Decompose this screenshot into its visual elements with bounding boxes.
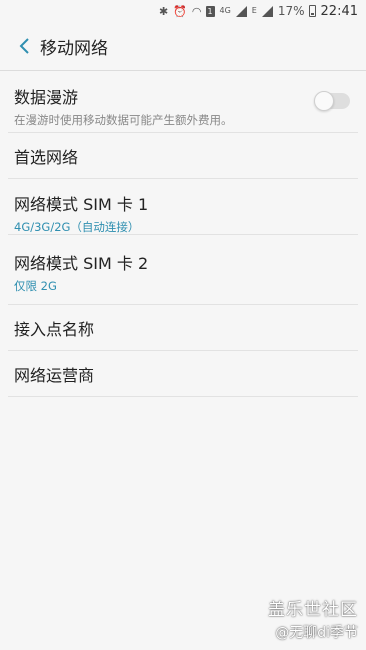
alarm-icon: ⏰ [173,4,187,18]
setting-value: 4G/3G/2G（自动连接） [14,220,140,234]
watermark-line1: 盖乐世社区 [268,600,358,620]
clock: 22:41 [320,3,358,19]
e-icon: E [251,6,257,15]
setting-apn[interactable]: 接入点名称 [0,305,366,351]
setting-network-mode-sim1[interactable]: 网络模式 SIM 卡 1 4G/3G/2G（自动连接） [0,179,366,235]
settings-list: 数据漫游 在漫游时使用移动数据可能产生额外费用。 首选网络 网络模式 SIM 卡… [0,71,366,397]
sim1-icon: 1 [205,5,215,17]
setting-preferred-network[interactable]: 首选网络 [0,133,366,179]
watermark-line2: @无聊di季节 [275,625,358,641]
setting-value: 仅限 2G [14,279,57,293]
setting-title: 网络模式 SIM 卡 1 [14,195,149,214]
4g-icon: 4G [219,6,231,15]
status-bar: ✱ ⏰ ◠ 1 4G E 17% 22:41 [0,0,366,22]
setting-title: 接入点名称 [14,320,95,339]
back-button[interactable] [10,26,38,66]
watermark: 盖乐世社区 @无聊di季节 [268,595,358,642]
wifi-icon: ◠ [191,4,202,18]
signal2-icon [261,5,273,17]
battery-percent: 17% [277,4,305,18]
setting-title: 网络运营商 [14,366,95,385]
setting-network-operators[interactable]: 网络运营商 [0,351,366,397]
chevron-left-icon [19,38,29,54]
divider [8,396,358,397]
battery-icon [308,5,316,17]
header: 移动网络 [0,22,366,70]
data-roaming-toggle[interactable] [314,91,350,111]
setting-title: 首选网络 [14,148,79,167]
setting-data-roaming[interactable]: 数据漫游 在漫游时使用移动数据可能产生额外费用。 [0,71,366,133]
setting-subtitle: 在漫游时使用移动数据可能产生额外费用。 [14,113,233,127]
page-title: 移动网络 [40,38,108,59]
bluetooth-icon: ✱ [158,4,169,18]
setting-title: 网络模式 SIM 卡 2 [14,254,149,273]
signal-icon [235,5,247,17]
setting-network-mode-sim2[interactable]: 网络模式 SIM 卡 2 仅限 2G [0,235,366,305]
setting-title: 数据漫游 [14,88,79,107]
toggle-knob [314,91,334,111]
